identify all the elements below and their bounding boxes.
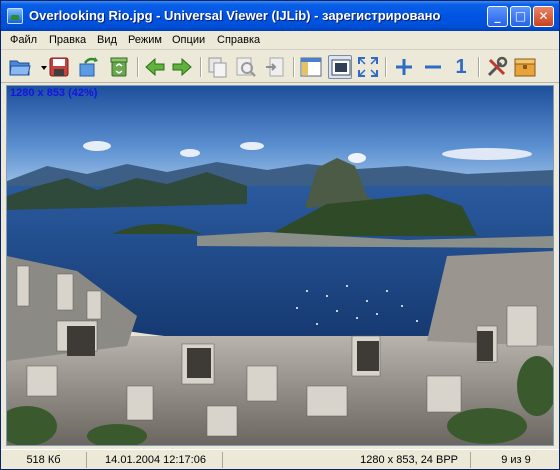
window-title: Overlooking Rio.jpg - Universal Viewer (… [29,8,441,23]
toolbar: 1 [1,51,559,83]
toolbar-separator [137,57,139,77]
sidebar-panel-icon[interactable] [299,55,323,79]
menu-view[interactable]: Вид [97,34,117,46]
fit-window-icon[interactable] [328,55,352,79]
title-bar[interactable]: Overlooking Rio.jpg - Universal Viewer (… [1,1,559,31]
next-arrow-icon[interactable] [170,55,194,79]
close-button[interactable]: ✕ [533,6,554,27]
app-window: Overlooking Rio.jpg - Universal Viewer (… [0,0,560,470]
toolbar-separator [385,57,387,77]
toolbar-separator [293,57,295,77]
rotate-icon[interactable] [77,55,101,79]
status-bar: 518 Кб 14.01.2004 12:17:06 1280 x 853, 2… [1,449,559,469]
status-file-size: 518 Кб [1,452,87,468]
copy-icon[interactable] [206,55,230,79]
previous-arrow-icon[interactable] [143,55,167,79]
menu-file[interactable]: Файл [10,34,37,46]
menu-options[interactable]: Опции [172,34,205,46]
menu-mode[interactable]: Режим [128,34,162,46]
zoom-in-icon[interactable] [392,55,416,79]
menu-help[interactable]: Справка [217,34,260,46]
zoom-out-icon[interactable] [421,55,445,79]
toolbar-separator [200,57,202,77]
export-icon[interactable] [263,55,287,79]
menu-bar: Файл Правка Вид Режим Опции Справка [1,31,559,50]
app-icon [7,8,23,24]
photo-overlooking-rio [7,86,553,445]
status-position: 9 из 9 [501,454,531,466]
archive-icon[interactable] [513,55,537,79]
image-viewport[interactable]: 1280 x 853 (42%) [6,85,554,446]
fullscreen-icon[interactable] [356,55,380,79]
menu-edit[interactable]: Правка [49,34,86,46]
actual-size-button[interactable]: 1 [449,55,473,79]
toolbar-separator [478,57,480,77]
save-icon[interactable] [47,55,71,79]
dropdown-arrow-icon[interactable] [32,55,47,79]
find-icon[interactable] [234,55,258,79]
tools-icon[interactable] [485,55,509,79]
status-image-info: 1280 x 853, 24 BPP [225,452,471,468]
minimize-button[interactable]: _ [487,6,508,27]
maximize-button[interactable]: □ [510,6,531,27]
status-datetime: 14.01.2004 12:17:06 [89,452,223,468]
recycle-bin-icon[interactable] [107,55,131,79]
image-dimensions-overlay: 1280 x 853 (42%) [10,87,98,99]
open-icon[interactable] [8,55,32,79]
